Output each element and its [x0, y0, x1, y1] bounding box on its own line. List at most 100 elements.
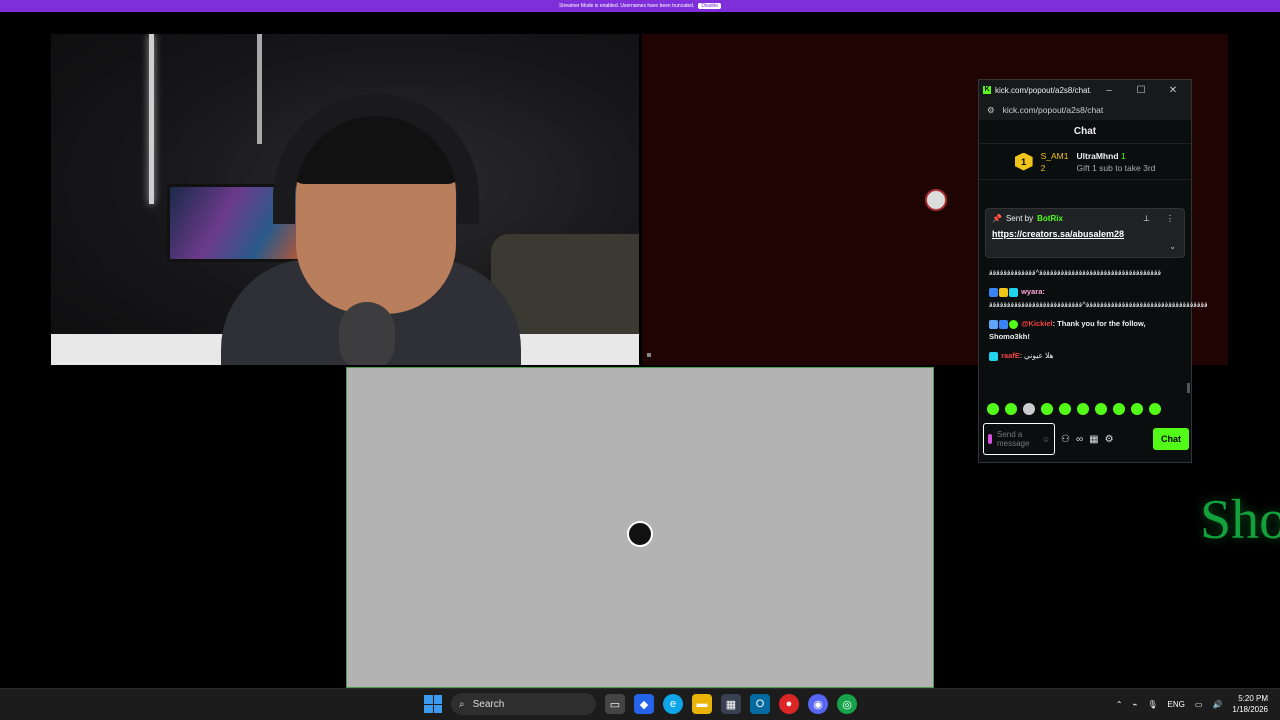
guest-avatar: [925, 189, 947, 211]
mic-tray-icon[interactable]: 🎙: [1147, 700, 1157, 709]
webcam-panel: [51, 34, 639, 365]
scrollbar[interactable]: [1187, 383, 1190, 393]
message-user[interactable]: raafE: [1001, 351, 1020, 360]
url-text: kick.com/popout/a2s8/chat: [1002, 105, 1104, 115]
search-label: Search: [472, 698, 505, 710]
pinned-link[interactable]: https://creators.sa/abusalem28: [992, 229, 1178, 239]
mic-icon[interactable]: [988, 434, 992, 444]
message-user[interactable]: wyara:: [1021, 287, 1045, 296]
display-icon[interactable]: ▭: [1195, 700, 1203, 709]
chat-header: Chat: [979, 120, 1191, 144]
chat-message: ﻗﻗﻗﻗﻗﻗﻗﻗﻗﻗﻗﻗﻗﻗﻗﻗﻗﻗﻗﻗﻗﻗﻗﻗﻗﻗﻗﻗﻗﻗﻗﻗﻗﻗ^ﻗﻗﻗﻗﻗ…: [989, 266, 1185, 279]
emoji-icon[interactable]: ☺: [1042, 435, 1050, 444]
pinned-message[interactable]: 📌 Sent by BotRix https://creators.sa/abu…: [985, 208, 1185, 258]
crown-icon: [999, 287, 1008, 297]
time: 5:20 PM: [1238, 694, 1268, 703]
chat-message: raafE: هلا عيوني: [989, 349, 1185, 362]
network-icon[interactable]: ⌁: [1133, 700, 1138, 709]
app-icon[interactable]: ◎: [837, 694, 857, 714]
chat-messages: ﻗﻗﻗﻗﻗﻗﻗﻗﻗﻗﻗﻗﻗﻗﻗﻗﻗﻗﻗﻗﻗﻗﻗﻗﻗﻗﻗﻗﻗﻗﻗﻗﻗﻗ^ﻗﻗﻗﻗﻗ…: [989, 266, 1208, 368]
infinity-icon[interactable]: ∞: [1076, 434, 1083, 445]
emote-icon[interactable]: [1041, 403, 1053, 415]
microphone: [339, 302, 395, 365]
message-user[interactable]: @Kickiel: [1021, 319, 1053, 328]
guest-avatar-2: [627, 521, 653, 547]
taskbar-search[interactable]: ⌕ Search: [451, 693, 596, 715]
bot-icon: [989, 319, 998, 329]
emote-icon[interactable]: [1059, 403, 1071, 415]
input-placeholder: Send a message: [996, 430, 1030, 448]
chevron-up-icon[interactable]: ⌃: [1116, 700, 1123, 709]
window-title: kick.com/popout/a2s8/chat...: [995, 85, 1091, 95]
taskbar: ⌕ Search ▭ ◆ e ▬ ▦ O ● ◉ ◎ ⌃ ⌁ 🎙 ENG ▭ 🔊…: [0, 688, 1280, 720]
maximize-icon[interactable]: ☐: [1127, 85, 1155, 96]
gift-sub-text[interactable]: Gift 1 sub to take 3rd: [1076, 163, 1155, 173]
sub-badge-icon: [1009, 287, 1018, 297]
file-explorer-icon[interactable]: ▬: [692, 694, 712, 714]
emote-icon[interactable]: [1005, 403, 1017, 415]
minimize-icon[interactable]: –: [1095, 85, 1123, 96]
chat-input-row: Send a message ☺ ⚇ ∞ ▦ ⚙ Chat: [983, 423, 1189, 455]
outlook-icon[interactable]: O: [750, 694, 770, 714]
discord-icon[interactable]: ◉: [808, 694, 828, 714]
close-icon[interactable]: ✕: [1159, 85, 1187, 96]
headphones: [273, 94, 479, 224]
small-marker: [647, 353, 651, 357]
store-icon[interactable]: ▦: [1089, 434, 1098, 445]
lamp: [149, 34, 154, 204]
chat-popout-window[interactable]: K kick.com/popout/a2s8/chat... – ☐ ✕ ⚙ k…: [978, 79, 1208, 463]
gift-leaderboard: 1 S_AM1 2 UltraMhnd 1 Gift 1 sub to take…: [979, 144, 1191, 180]
overlay-text: Sho: [1200, 489, 1280, 551]
clock[interactable]: 5:20 PM 1/18/2026: [1232, 693, 1268, 715]
chat-message: @Kickiel: Thank you for the follow, Shom…: [989, 317, 1185, 343]
url-bar[interactable]: ⚙ kick.com/popout/a2s8/chat: [979, 100, 1191, 120]
badge-icon: [989, 287, 998, 297]
copilot-icon[interactable]: ◆: [634, 694, 654, 714]
more-options-icon[interactable]: ⋮: [1166, 214, 1174, 223]
message-input[interactable]: Send a message ☺: [983, 423, 1055, 455]
emote-bar: [987, 403, 1161, 415]
emote-icon[interactable]: [1095, 403, 1107, 415]
chevron-down-icon[interactable]: ⌄: [1169, 242, 1176, 251]
site-settings-icon[interactable]: ⚙: [987, 105, 995, 116]
emote-icon[interactable]: [1131, 403, 1143, 415]
store-app-icon[interactable]: ▦: [721, 694, 741, 714]
send-chat-button[interactable]: Chat: [1153, 428, 1189, 450]
search-icon: ⌕: [459, 698, 465, 710]
banner-text: Streamer Mode is enabled. Usernames have…: [558, 3, 695, 9]
message-text: ﻗﻗﻗﻗﻗﻗﻗﻗﻗﻗﻗﻗﻗﻗﻗﻗﻗﻗﻗﻗﻗﻗﻗﻗﻗﻗﻗﻗﻗﻗﻗﻗﻗﻗ^ﻗﻗﻗﻗﻗ…: [989, 300, 1208, 309]
date: 1/18/2026: [1232, 705, 1268, 714]
sent-by-label: Sent by: [1005, 214, 1034, 223]
emote-icon[interactable]: [987, 403, 999, 415]
guest-panel-grey: [346, 367, 934, 688]
leader-second-count: 1: [1120, 150, 1126, 161]
users-icon[interactable]: ⚇: [1061, 434, 1070, 445]
edge-icon[interactable]: e: [663, 694, 683, 714]
language-indicator[interactable]: ENG: [1168, 700, 1185, 709]
chat-message: wyara: ﻗﻗﻗﻗﻗﻗﻗﻗﻗﻗﻗﻗﻗﻗﻗﻗﻗﻗﻗﻗﻗﻗﻗﻗﻗﻗﻗﻗﻗﻗﻗﻗﻗ…: [989, 285, 1208, 311]
leader-second-name[interactable]: UltraMhnd: [1076, 151, 1118, 161]
badge-icon: [999, 319, 1008, 329]
kick-logo-icon: K: [983, 86, 991, 94]
system-tray: ⌃ ⌁ 🎙 ENG ▭ 🔊 5:20 PM 1/18/2026: [1116, 693, 1268, 715]
message-text: ﻗﻗﻗﻗﻗﻗﻗﻗﻗﻗﻗﻗﻗﻗﻗﻗﻗﻗﻗﻗﻗﻗﻗﻗﻗﻗﻗﻗﻗﻗﻗﻗﻗﻗ^ﻗﻗﻗﻗﻗ…: [989, 268, 1162, 277]
emote-icon[interactable]: [1149, 403, 1161, 415]
task-view-icon[interactable]: ▭: [605, 694, 625, 714]
pin-icon: 📌: [992, 214, 1002, 223]
settings-icon[interactable]: ⚙: [1105, 434, 1114, 445]
leader-first-count: 2: [1040, 162, 1046, 173]
unpin-icon[interactable]: ⊥: [1143, 214, 1150, 223]
verified-icon: [1009, 319, 1018, 329]
disable-button[interactable]: Disable: [698, 3, 722, 9]
emote-icon[interactable]: [1023, 403, 1035, 415]
leader-first-name[interactable]: S_AM1: [1041, 151, 1069, 161]
rank-badge: 1: [1014, 152, 1033, 171]
chrome-icon[interactable]: ●: [779, 694, 799, 714]
windows-start-icon[interactable]: [424, 695, 442, 713]
window-titlebar[interactable]: K kick.com/popout/a2s8/chat... – ☐ ✕: [979, 80, 1191, 100]
volume-icon[interactable]: 🔊: [1212, 700, 1222, 709]
emote-icon[interactable]: [1077, 403, 1089, 415]
emote-icon[interactable]: [1113, 403, 1125, 415]
pinned-sender[interactable]: BotRix: [1037, 214, 1063, 223]
streamer-mode-banner: Streamer Mode is enabled. Usernames have…: [0, 0, 1280, 12]
